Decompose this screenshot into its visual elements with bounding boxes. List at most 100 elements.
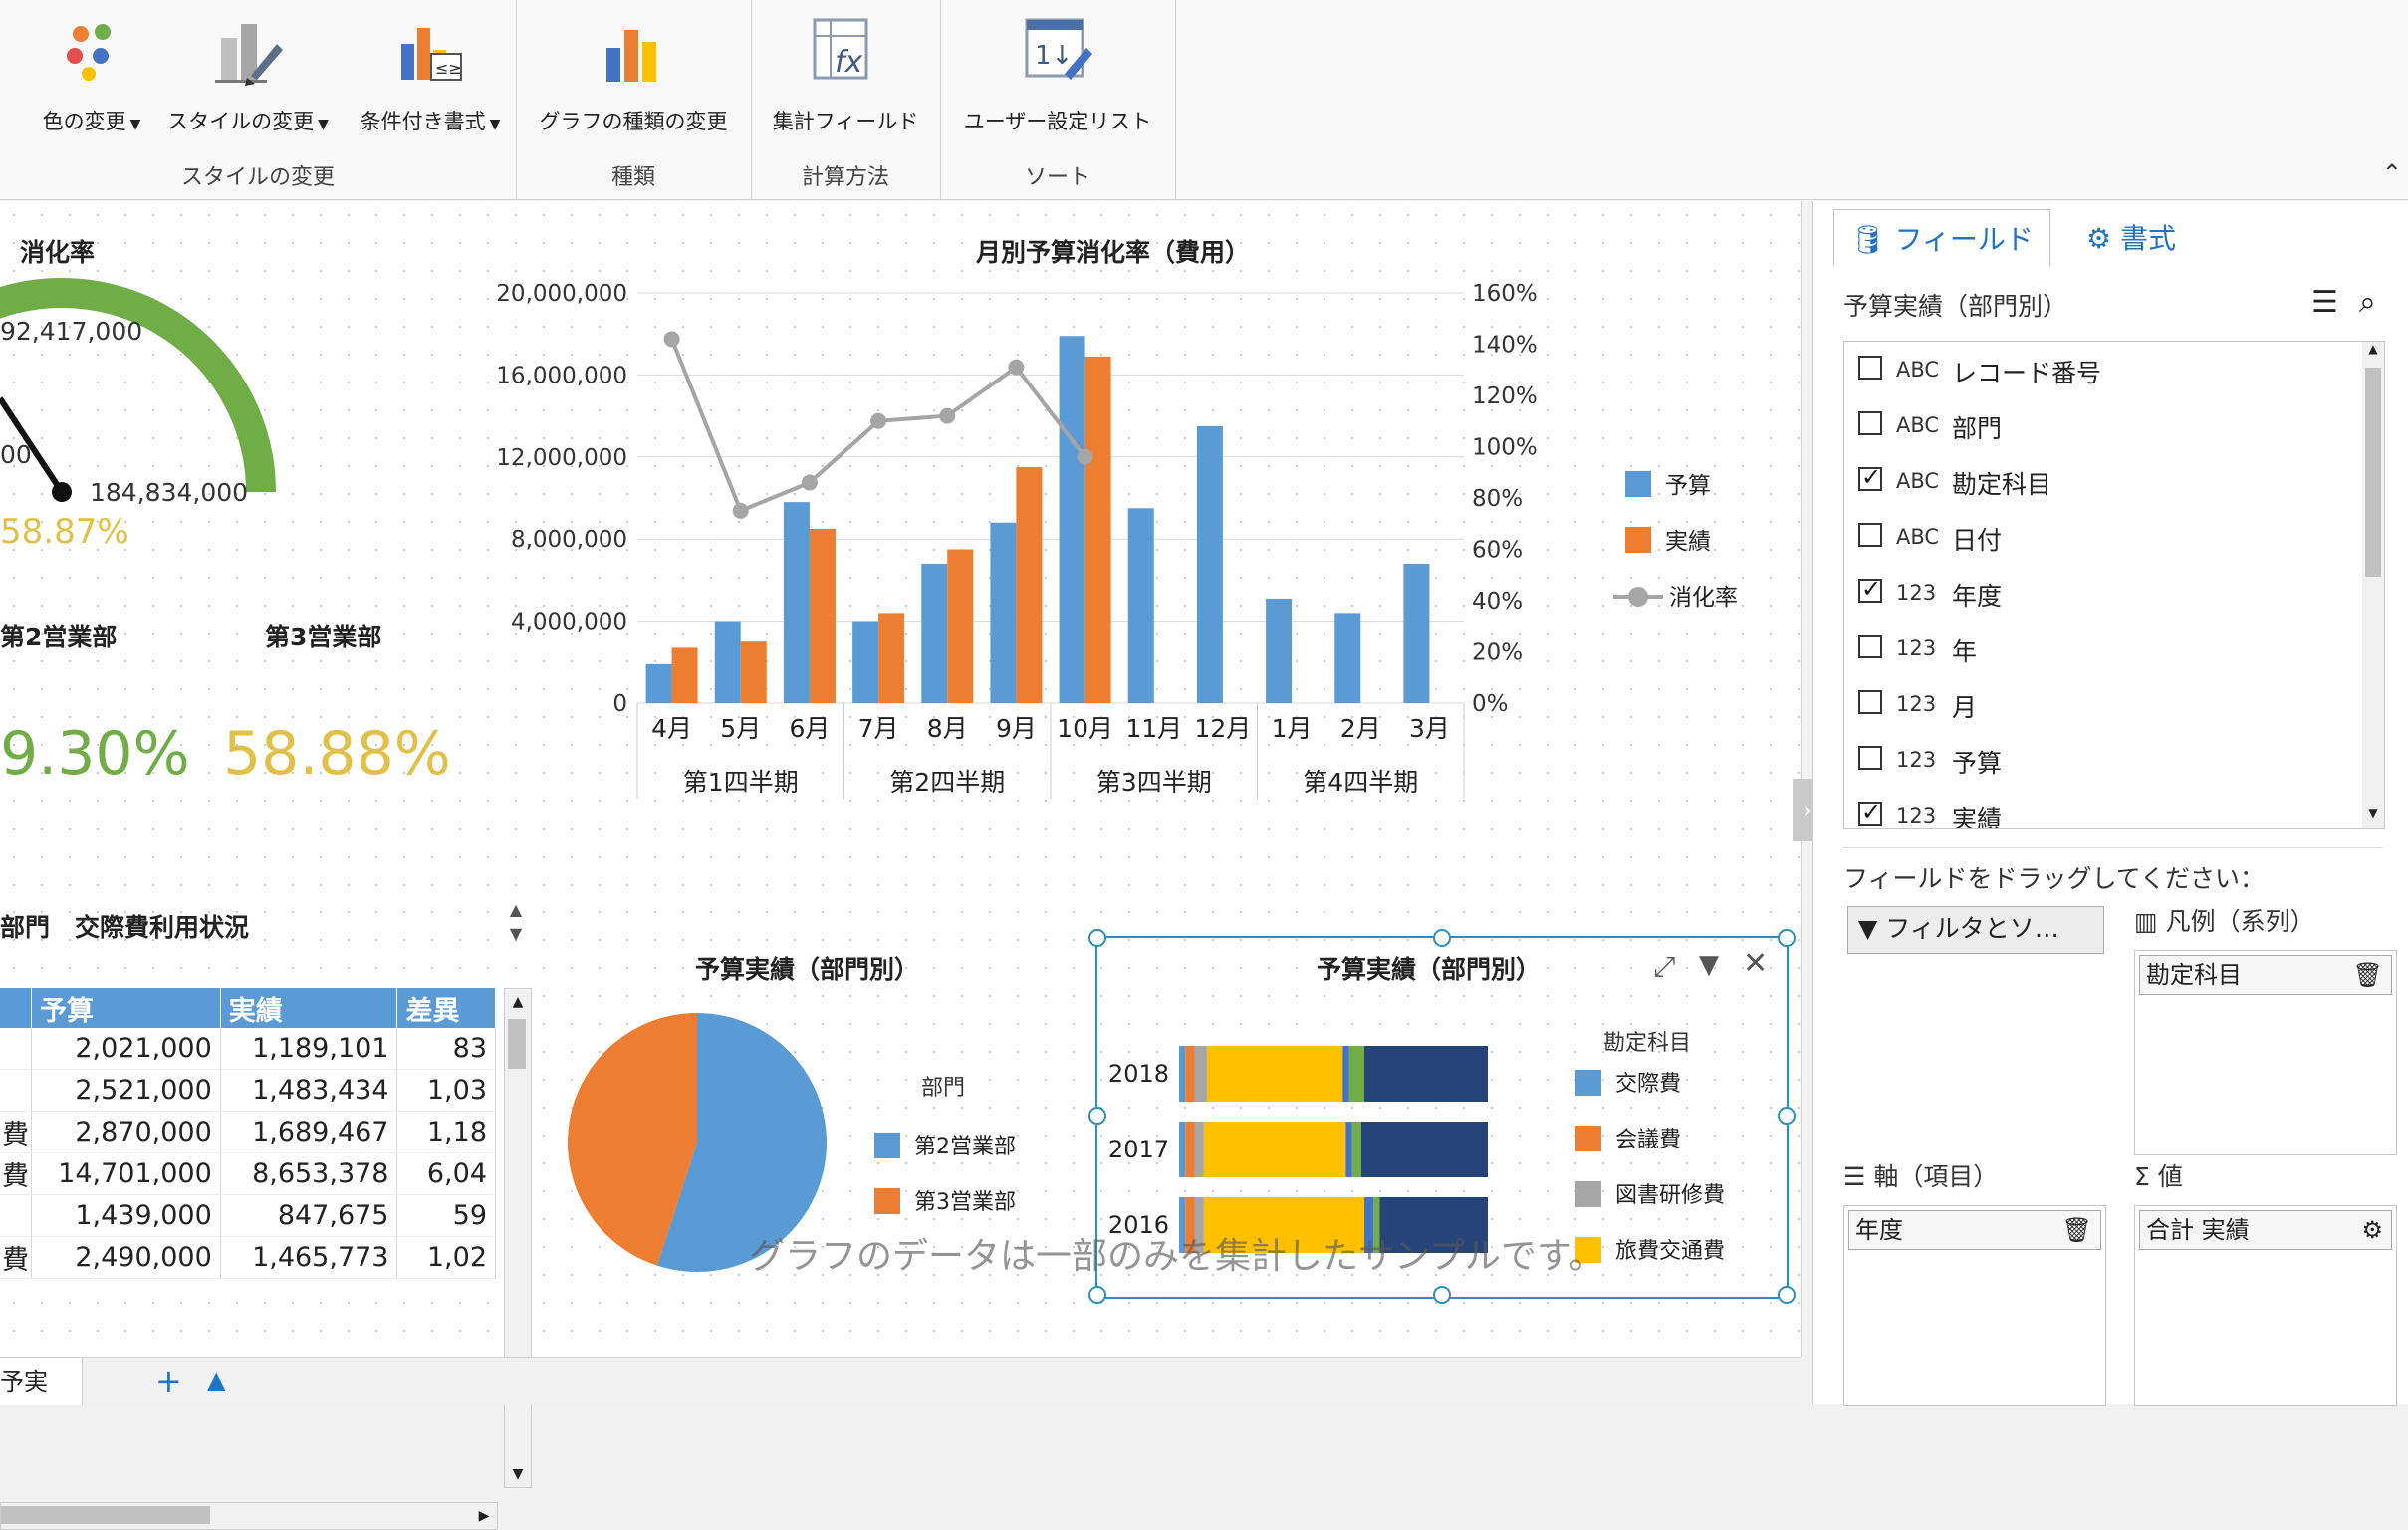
- stacked-segment: [1194, 1122, 1204, 1177]
- scroll-up-icon[interactable]: ▲: [2362, 342, 2384, 364]
- list-view-icon[interactable]: ☰: [2311, 285, 2338, 320]
- field-item[interactable]: 123 月: [1844, 676, 2362, 732]
- value-field-pill[interactable]: 合計 実績 ⚙: [2139, 1210, 2392, 1250]
- gauge-label-left: 00: [0, 440, 32, 469]
- field-item[interactable]: 123年度: [1844, 565, 2362, 621]
- resize-handle[interactable]: [1778, 1286, 1796, 1304]
- legend-zone-icon: ▥: [2134, 907, 2158, 936]
- scroll-up-icon[interactable]: ▲: [505, 989, 531, 1015]
- ribbon-group-sort: 1↓ ユーザー設定リスト ソート: [940, 0, 1176, 199]
- table-header: 差異: [396, 988, 496, 1028]
- field-checkbox[interactable]: [1858, 635, 1882, 658]
- y2-tick-label: 40%: [1472, 589, 1523, 615]
- custom-list-button[interactable]: 1↓ ユーザー設定リスト: [940, 14, 1175, 135]
- field-checkbox[interactable]: [1858, 798, 1882, 826]
- trash-icon[interactable]: 🗑: [2062, 1211, 2092, 1249]
- resize-handle[interactable]: [1778, 929, 1796, 947]
- change-style-button[interactable]: スタイルの変更 ▼: [163, 14, 333, 135]
- trash-icon[interactable]: 🗑: [2353, 956, 2383, 994]
- search-fields-icon[interactable]: ⌕: [2359, 285, 2376, 320]
- table-cell: 1,02: [396, 1236, 496, 1279]
- field-list-scrollbar[interactable]: ▲ ▼: [2362, 342, 2384, 828]
- legend-title: 勘定科目: [1603, 1031, 1691, 1056]
- scroll-down-icon[interactable]: ▼: [2362, 806, 2384, 828]
- filter-icon[interactable]: ▼: [1699, 950, 1719, 980]
- x-tick-label: 10月: [1057, 714, 1113, 743]
- field-item[interactable]: 123 予算: [1844, 732, 2362, 788]
- resize-handle[interactable]: [1778, 1107, 1796, 1125]
- table-vscroll-thumb[interactable]: [508, 1019, 526, 1069]
- resize-handle[interactable]: [1088, 1286, 1106, 1304]
- table-vscrollbar[interactable]: ▲ ▼: [504, 988, 532, 1488]
- add-sheet-icon[interactable]: +: [155, 1362, 182, 1400]
- y-tick-label: 4,000,000: [511, 610, 627, 636]
- bar-budget: [990, 522, 1017, 703]
- divider: [1843, 847, 2383, 848]
- field-checkbox[interactable]: [1858, 746, 1882, 770]
- field-item[interactable]: ABC 日付: [1844, 509, 2362, 565]
- chevron-up-icon[interactable]: ▲: [207, 1366, 225, 1394]
- gauge-label-top: 92,417,000: [0, 317, 143, 346]
- field-item[interactable]: 123 年: [1844, 621, 2362, 676]
- bar-budget: [1403, 563, 1430, 703]
- kpi-value: 58.88%: [223, 719, 451, 789]
- table-title: 部門 交際費利用状況: [0, 913, 250, 942]
- y-tick-label: 16,000,000: [496, 363, 627, 388]
- gauge-label-max: 184,834,000: [90, 478, 249, 507]
- legend-field-pill[interactable]: 勘定科目 🗑: [2139, 955, 2392, 995]
- sheet-tab[interactable]: 予実: [0, 1358, 83, 1405]
- ribbon-group-label: 種類: [610, 165, 655, 190]
- field-item[interactable]: 123実績: [1844, 788, 2362, 828]
- group-label: 第3四半期: [1096, 768, 1212, 797]
- table-hscroll-thumb[interactable]: [1, 1506, 210, 1524]
- resize-handle[interactable]: [1088, 929, 1106, 947]
- stacked-segment: [1185, 1046, 1195, 1102]
- group-label: 第1四半期: [683, 768, 799, 797]
- calc-field-icon: fx: [809, 14, 882, 88]
- calc-field-button[interactable]: fx 集計フィールド: [751, 14, 940, 135]
- change-chart-type-button[interactable]: グラフの種類の変更: [516, 14, 751, 135]
- close-icon[interactable]: ✕: [1743, 946, 1768, 981]
- tab-fields[interactable]: 🛢 フィールド: [1833, 209, 2050, 266]
- stacked-segment: [1203, 1122, 1346, 1177]
- table-cell: 14,701,000: [31, 1152, 221, 1195]
- filter-sort-button[interactable]: ▼ フィルタとソ…: [1847, 906, 2104, 954]
- field-item[interactable]: ABC勘定科目: [1844, 453, 2362, 509]
- collapse-ribbon-icon[interactable]: ⌃: [2382, 159, 2402, 187]
- axis-drop-zone[interactable]: 年度 🗑: [1843, 1205, 2106, 1406]
- legend-drop-zone[interactable]: 勘定科目 🗑: [2134, 950, 2397, 1155]
- x-tick-label: 9月: [996, 714, 1037, 743]
- x-tick-label: 12月: [1195, 714, 1252, 743]
- gear-icon[interactable]: ⚙: [2361, 1211, 2383, 1249]
- table-title-spinner[interactable]: ▲ ▼: [504, 898, 528, 948]
- value-drop-zone[interactable]: 合計 実績 ⚙: [2134, 1205, 2397, 1406]
- field-item[interactable]: ABC レコード番号: [1844, 342, 2362, 397]
- tab-format[interactable]: ⚙ 書式: [2070, 209, 2192, 265]
- x-tick-label: 4月: [651, 714, 692, 743]
- field-item[interactable]: ABC 部門: [1844, 397, 2362, 453]
- scroll-down-icon[interactable]: ▼: [505, 1461, 531, 1487]
- table-cell: 1,439,000: [31, 1194, 221, 1237]
- table-header: 予算: [31, 988, 221, 1028]
- table-cell: 847,675: [220, 1194, 398, 1237]
- scroll-right-icon[interactable]: ▶: [471, 1503, 497, 1529]
- field-checkbox[interactable]: [1858, 356, 1882, 380]
- field-checkbox[interactable]: [1858, 463, 1882, 491]
- change-color-button[interactable]: 色の変更 ▼: [22, 14, 161, 135]
- field-checkbox[interactable]: [1858, 575, 1882, 603]
- resize-handle[interactable]: [1088, 1107, 1106, 1125]
- x-tick-label: 11月: [1125, 714, 1182, 743]
- field-list-scroll-thumb[interactable]: [2365, 368, 2381, 577]
- resize-handle[interactable]: [1433, 1286, 1451, 1304]
- y-tick-label: 0: [612, 691, 627, 717]
- conditional-format-button[interactable]: ≤≥ 条件付き書式 ▼: [351, 14, 510, 135]
- table-hscrollbar[interactable]: ▶: [0, 1502, 498, 1530]
- field-checkbox[interactable]: [1858, 523, 1882, 547]
- field-checkbox[interactable]: [1858, 690, 1882, 714]
- field-checkbox[interactable]: [1858, 411, 1882, 435]
- table-cell: 83: [396, 1028, 496, 1070]
- sample-data-notice: グラフのデータは一部のみを集計したサンプルです。: [749, 1236, 1605, 1277]
- axis-field-pill[interactable]: 年度 🗑: [1848, 1210, 2101, 1250]
- y2-tick-label: 100%: [1472, 435, 1538, 461]
- resize-handle[interactable]: [1433, 929, 1451, 947]
